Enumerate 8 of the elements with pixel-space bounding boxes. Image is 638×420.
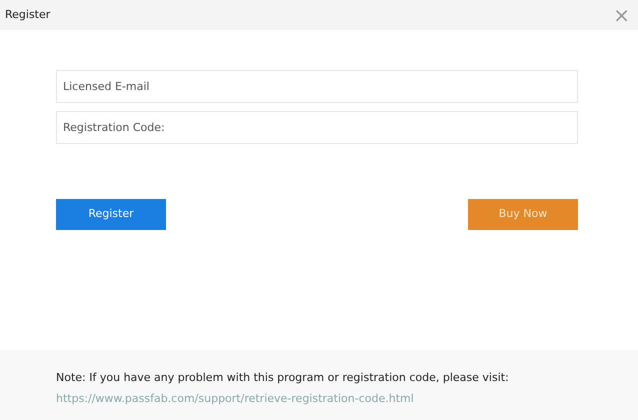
window-title: Register bbox=[5, 6, 50, 23]
buy-button[interactable]: Buy Now bbox=[468, 199, 578, 230]
close-button[interactable]: × bbox=[613, 5, 630, 25]
input-field[interactable]: Licensed E-mail bbox=[56, 70, 578, 103]
register-button[interactable]: Register bbox=[56, 199, 166, 230]
note-text: Note: If you have any problem with this program or registration code, please visit: bbox=[56, 370, 510, 386]
input-field[interactable]: Registration Code: bbox=[56, 111, 578, 144]
support-link[interactable]: https://www.passfab.com/support/retrieve-registration-code.html bbox=[56, 392, 414, 404]
